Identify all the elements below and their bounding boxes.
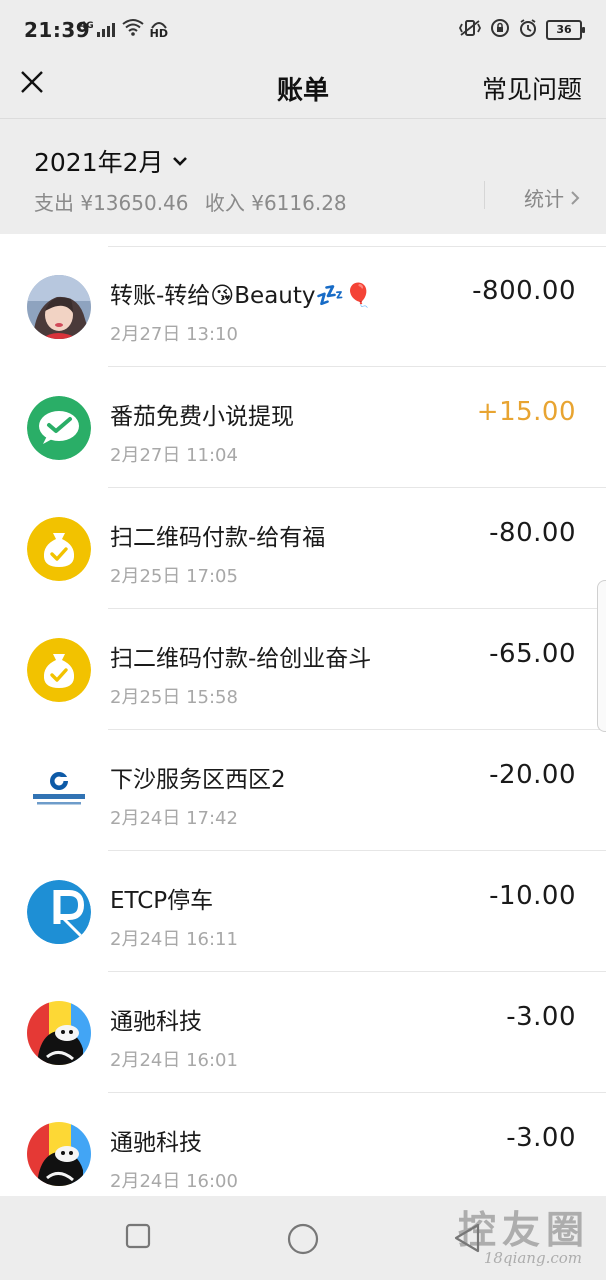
tx-title: 通驰科技: [110, 1130, 202, 1156]
recent-apps-button[interactable]: [124, 1222, 152, 1254]
tx-time: 2月25日 15:58: [110, 687, 238, 708]
hd-call-icon: HD: [149, 21, 168, 40]
vibrate-icon: [458, 19, 482, 41]
tx-amount: -80.00: [489, 518, 576, 548]
system-nav-bar: 控友圈 18qiang.com: [0, 1196, 606, 1280]
tx-title: 下沙服务区西区2: [110, 767, 286, 793]
watermark: 控友圈 18qiang.com: [457, 1207, 590, 1267]
month-selector[interactable]: 2021年2月: [34, 143, 188, 179]
money-bag-icon: [27, 517, 91, 581]
list-item[interactable]: 扫二维码付款-给创业奋斗 2月25日 15:58 -65.00: [0, 609, 606, 730]
tx-title: 番茄免费小说提现: [110, 404, 294, 430]
list-item[interactable]: 转账-转给😘Beauty💤🎈 2月27日 13:10 -800.00: [0, 246, 606, 367]
battery-icon: 36: [546, 20, 585, 40]
cartoon-avatar: [27, 1001, 91, 1065]
tx-title: 转账-转给😘Beauty💤🎈: [110, 283, 373, 309]
list-item[interactable]: 扫二维码付款-给有福 2月25日 17:05 -80.00: [0, 488, 606, 609]
tx-title: 通驰科技: [110, 1009, 202, 1035]
home-button[interactable]: [286, 1222, 320, 1260]
tx-amount: -20.00: [489, 760, 576, 790]
tx-amount: -800.00: [472, 276, 576, 306]
tx-amount: +15.00: [476, 397, 576, 427]
stats-divider: [484, 181, 485, 209]
list-item[interactable]: ETCP停车 2月24日 16:11 -10.00: [0, 851, 606, 972]
ccb-bank-logo: [27, 759, 91, 823]
chevron-right-icon: [571, 190, 580, 205]
cartoon-avatar: [27, 1122, 91, 1186]
stats-button[interactable]: 统计: [524, 183, 580, 212]
tx-time: 2月24日 16:11: [110, 929, 238, 950]
network-type-label: 4G: [80, 21, 94, 31]
wifi-icon: [122, 18, 144, 40]
wechat-pay-icon: [27, 396, 91, 460]
list-item[interactable]: 番茄免费小说提现 2月27日 11:04 +15.00: [0, 367, 606, 488]
summary-header: 2021年2月 支出 ¥13650.46 收入 ¥6116.28 统计: [0, 118, 606, 235]
nav-bar: 账单 常见问题: [0, 60, 606, 118]
expense-total: 支出 ¥13650.46: [34, 191, 189, 215]
tx-title: 扫二维码付款-给创业奋斗: [110, 646, 372, 672]
tx-amount: -3.00: [506, 1123, 576, 1153]
signal-icon: 4G: [80, 21, 116, 37]
hd-label: HD: [149, 26, 168, 40]
etcp-logo: [27, 880, 91, 944]
status-bar: 21:39 4G HD 36: [0, 0, 606, 60]
lock-rotation-icon: [490, 18, 510, 42]
tx-time: 2月24日 16:01: [110, 1050, 238, 1071]
tx-title: 扫二维码付款-给有福: [110, 525, 326, 551]
watermark-url: 18qiang.com: [483, 1249, 582, 1267]
transaction-list[interactable]: 转账-转给😘Beauty💤🎈 2月27日 13:10 -800.00 番茄免费小…: [0, 234, 606, 1196]
tx-amount: -10.00: [489, 881, 576, 911]
tx-time: 2月25日 17:05: [110, 566, 238, 587]
stats-label: 统计: [524, 187, 564, 211]
status-left-icons: 4G HD: [80, 18, 168, 40]
scroll-handle[interactable]: [597, 580, 606, 732]
bill-screen: 21:39 4G HD 36 账单 常见问题 2021年2月 支出 ¥13650…: [0, 0, 606, 1280]
faq-link[interactable]: 常见问题: [482, 70, 582, 106]
chevron-down-icon: [172, 157, 187, 166]
month-totals: 支出 ¥13650.46 收入 ¥6116.28: [34, 187, 357, 216]
tx-time: 2月27日 11:04: [110, 445, 238, 466]
list-item[interactable]: 下沙服务区西区2 2月24日 17:42 -20.00: [0, 730, 606, 851]
income-total: 收入 ¥6116.28: [204, 191, 347, 215]
circle-icon: [287, 1223, 319, 1255]
alarm-icon: [518, 18, 538, 42]
list-item[interactable]: 通驰科技 2月24日 16:01 -3.00: [0, 972, 606, 1093]
watermark-title: 控友圈: [457, 1207, 590, 1252]
tx-time: 2月24日 16:00: [110, 1171, 238, 1192]
tx-title: ETCP停车: [110, 888, 214, 914]
money-bag-icon: [27, 638, 91, 702]
tx-time: 2月24日 17:42: [110, 808, 238, 829]
month-label: 2021年2月: [34, 148, 164, 177]
user-photo-avatar: [27, 275, 91, 339]
list-item[interactable]: 通驰科技 2月24日 16:00 -3.00: [0, 1093, 606, 1196]
status-right-icons: 36: [458, 18, 585, 42]
tx-amount: -3.00: [506, 1002, 576, 1032]
square-icon: [125, 1223, 151, 1249]
tx-time: 2月27日 13:10: [110, 324, 238, 345]
tx-amount: -65.00: [489, 639, 576, 669]
